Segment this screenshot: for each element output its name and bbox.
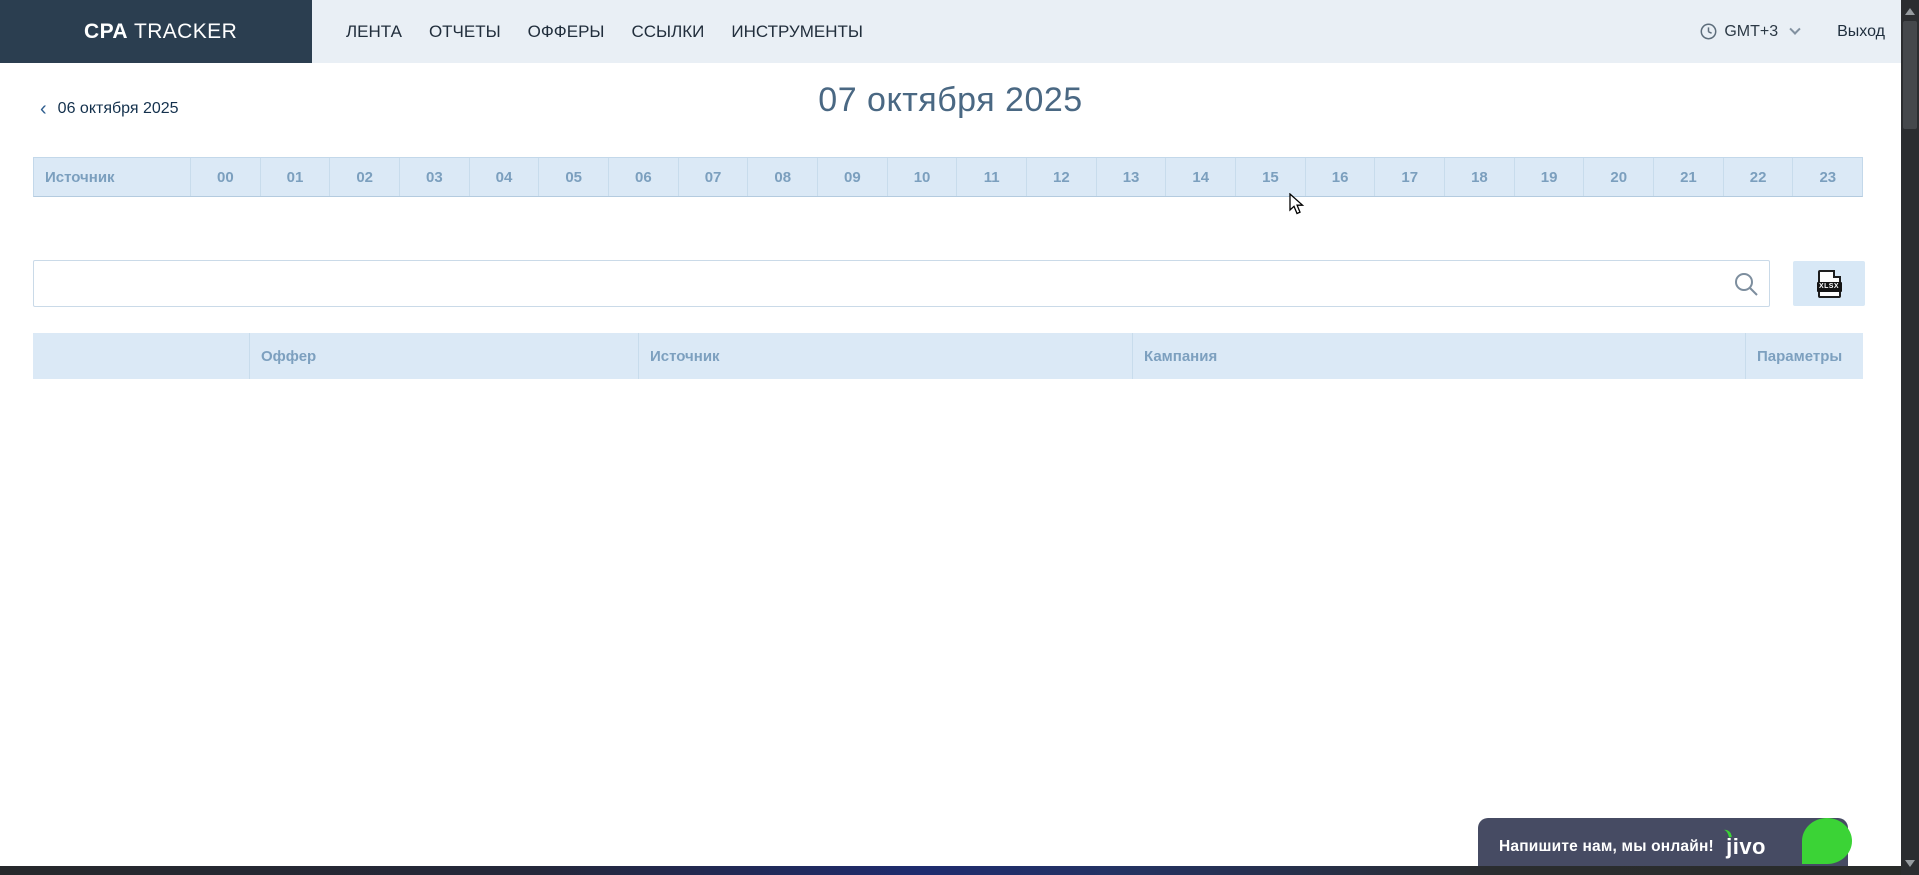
hour-column-19: 19 <box>1515 158 1585 196</box>
hour-column-07: 07 <box>679 158 749 196</box>
app-logo[interactable]: CPA TRACKER <box>0 0 312 63</box>
chat-message: Напишите нам, мы онлайн! <box>1478 838 1714 856</box>
xlsx-file-icon: XLSX <box>1818 270 1841 298</box>
app-logo-bold: CPA <box>84 20 128 44</box>
hour-column-10: 10 <box>888 158 958 196</box>
top-bar: CPA TRACKER ЛЕНТА ОТЧЕТЫ ОФФЕРЫ ССЫЛКИ ИНСТР… <box>0 0 1901 63</box>
hour-column-00: 00 <box>191 158 261 196</box>
hour-column-18: 18 <box>1445 158 1515 196</box>
column-header-1: Оффер <box>249 333 638 379</box>
results-header-row: ОфферИсточникКампанияПараметры <box>33 333 1863 379</box>
search-icon[interactable] <box>1733 271 1759 297</box>
hours-header-row: Источник00010203040506070809101112131415… <box>33 157 1863 197</box>
scrollbar[interactable] <box>1901 0 1919 875</box>
scrollbar-thumb[interactable] <box>1903 21 1917 129</box>
xlsx-file-icon-label: XLSX <box>1817 282 1842 292</box>
timezone-label: GMT+3 <box>1724 23 1778 41</box>
search-input[interactable] <box>33 260 1770 307</box>
page-title: 07 октября 2025 <box>0 81 1901 120</box>
topbar-right: GMT+3 Выход <box>1700 23 1901 41</box>
column-header-2: Источник <box>638 333 1132 379</box>
hour-column-04: 04 <box>470 158 540 196</box>
hour-column-13: 13 <box>1097 158 1167 196</box>
jivo-leaf-icon <box>1802 818 1852 864</box>
timezone-selector[interactable]: GMT+3 <box>1700 23 1799 41</box>
hour-column-06: 06 <box>609 158 679 196</box>
nav-item-offery[interactable]: ОФФЕРЫ <box>528 22 605 42</box>
hour-column-12: 12 <box>1027 158 1097 196</box>
nav-item-otchety[interactable]: ОТЧЕТЫ <box>429 22 501 42</box>
main-nav: ЛЕНТА ОТЧЕТЫ ОФФЕРЫ ССЫЛКИ ИНСТРУМЕНТЫ <box>346 22 863 42</box>
nav-item-instrumenty[interactable]: ИНСТРУМЕНТЫ <box>731 22 863 42</box>
hours-source-header: Источник <box>34 158 191 196</box>
export-xlsx-button[interactable]: XLSX <box>1793 261 1865 306</box>
clock-icon <box>1700 23 1717 40</box>
jivo-logo: jivo <box>1726 836 1766 858</box>
jivo-leaf-accent-icon <box>1723 828 1732 838</box>
app-logo-light: TRACKER <box>134 20 237 44</box>
column-header-3: Кампания <box>1132 333 1745 379</box>
hour-column-20: 20 <box>1584 158 1654 196</box>
hour-column-14: 14 <box>1166 158 1236 196</box>
hour-column-22: 22 <box>1724 158 1794 196</box>
nav-item-lenta[interactable]: ЛЕНТА <box>346 22 402 42</box>
hour-column-21: 21 <box>1654 158 1724 196</box>
hour-column-09: 09 <box>818 158 888 196</box>
column-header-4: Параметры <box>1745 333 1863 379</box>
nav-item-ssylki[interactable]: ССЫЛКИ <box>631 22 704 42</box>
hour-column-17: 17 <box>1375 158 1445 196</box>
hour-column-01: 01 <box>261 158 331 196</box>
hour-column-23: 23 <box>1793 158 1862 196</box>
hour-column-03: 03 <box>400 158 470 196</box>
hour-column-11: 11 <box>957 158 1027 196</box>
bottom-edge-bar <box>0 866 1919 875</box>
scrollbar-up-arrow[interactable] <box>1905 8 1915 15</box>
hour-column-05: 05 <box>539 158 609 196</box>
hour-column-16: 16 <box>1306 158 1376 196</box>
column-header-blank <box>33 333 249 379</box>
chevron-down-icon <box>1789 23 1800 34</box>
hour-column-08: 08 <box>748 158 818 196</box>
hour-column-02: 02 <box>330 158 400 196</box>
scrollbar-down-arrow[interactable] <box>1905 860 1915 867</box>
logout-link[interactable]: Выход <box>1837 23 1885 41</box>
hour-column-15: 15 <box>1236 158 1306 196</box>
